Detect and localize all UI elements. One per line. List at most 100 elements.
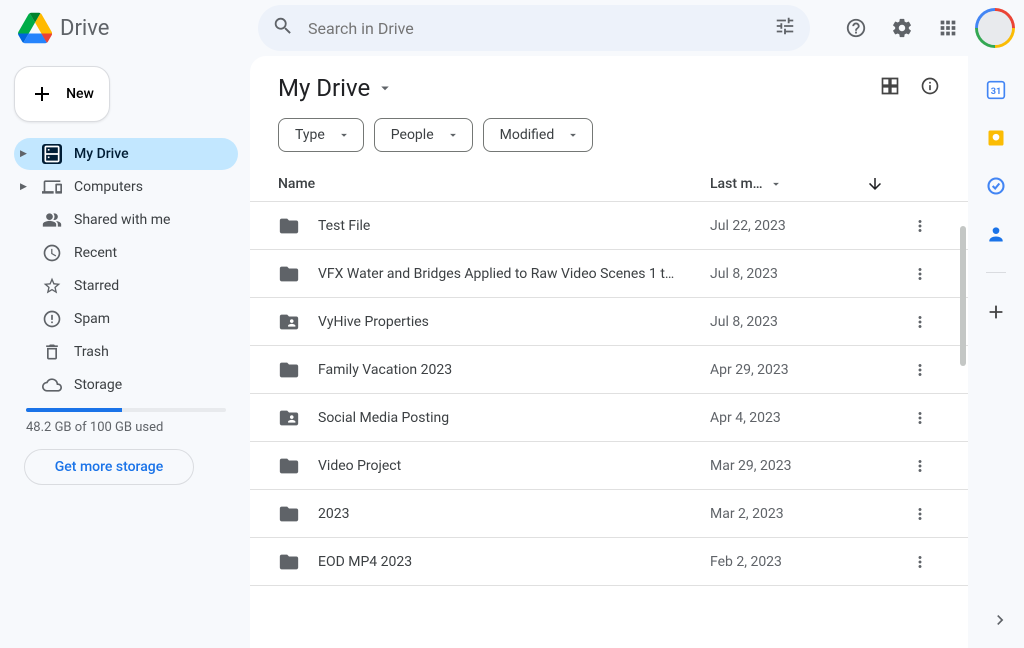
main-panel: My Drive Type People Modified Name Last … [250, 56, 968, 648]
file-name: Video Project [312, 458, 710, 474]
more-actions-icon[interactable] [900, 217, 940, 235]
file-name: 2023 [312, 506, 710, 522]
storage-bar [26, 408, 226, 412]
contacts-app-icon[interactable] [986, 224, 1006, 244]
grid-view-icon[interactable] [880, 76, 900, 100]
keep-app-icon[interactable] [986, 128, 1006, 148]
tasks-app-icon[interactable] [986, 176, 1006, 196]
chevron-down-icon [337, 128, 351, 142]
breadcrumb[interactable]: My Drive [278, 74, 394, 102]
sidebar-item-label: Spam [74, 311, 110, 327]
svg-text:31: 31 [991, 87, 1002, 97]
file-date: Jul 8, 2023 [710, 314, 850, 330]
filter-chip-type[interactable]: Type [278, 118, 364, 152]
table-row[interactable]: Social Media PostingApr 4, 2023 [250, 394, 968, 442]
add-app-icon[interactable] [985, 301, 1007, 327]
more-actions-icon[interactable] [900, 505, 940, 523]
table-row[interactable]: Video ProjectMar 29, 2023 [250, 442, 968, 490]
file-name: Test File [312, 218, 710, 234]
my-drive-icon [42, 144, 62, 164]
folder-icon [278, 551, 312, 573]
file-name: Family Vacation 2023 [312, 362, 710, 378]
arrow-down-icon [866, 175, 884, 193]
chevron-down-icon [446, 128, 460, 142]
column-last-modified[interactable]: Last m… [710, 176, 850, 192]
search-icon [272, 15, 294, 41]
folder-icon [278, 503, 312, 525]
table-row[interactable]: Test FileJul 22, 2023 [250, 202, 968, 250]
more-actions-icon[interactable] [900, 313, 940, 331]
plus-icon [30, 82, 54, 106]
drive-logo-icon [18, 11, 52, 45]
logo-area[interactable]: Drive [12, 11, 250, 45]
folder-shared-icon [278, 311, 312, 333]
more-actions-icon[interactable] [900, 361, 940, 379]
help-icon[interactable] [836, 8, 876, 48]
shared-icon [42, 210, 62, 230]
sidebar-item-storage[interactable]: Storage [14, 369, 238, 401]
star-icon [42, 276, 62, 296]
table-row[interactable]: EOD MP4 2023Feb 2, 2023 [250, 538, 968, 586]
more-actions-icon[interactable] [900, 265, 940, 283]
info-icon[interactable] [920, 76, 940, 100]
file-date: Feb 2, 2023 [710, 554, 850, 570]
sidebar-item-starred[interactable]: Starred [14, 270, 238, 302]
file-rows: Test FileJul 22, 2023VFX Water and Bridg… [250, 202, 968, 626]
table-header: Name Last m… [250, 166, 968, 202]
search-input[interactable] [308, 19, 760, 38]
scrollbar-thumb[interactable] [960, 226, 966, 366]
table-row[interactable]: Family Vacation 2023Apr 29, 2023 [250, 346, 968, 394]
filter-chip-modified[interactable]: Modified [483, 118, 594, 152]
sidebar-item-label: My Drive [74, 146, 129, 162]
more-actions-icon[interactable] [900, 409, 940, 427]
sidebar-item-recent[interactable]: Recent [14, 237, 238, 269]
account-avatar[interactable] [978, 11, 1012, 45]
filter-chip-people[interactable]: People [374, 118, 473, 152]
table-row[interactable]: 2023Mar 2, 2023 [250, 490, 968, 538]
sort-direction[interactable] [850, 175, 900, 193]
sidebar-item-trash[interactable]: Trash [14, 336, 238, 368]
file-date: Jul 8, 2023 [710, 266, 850, 282]
search-options-icon[interactable] [774, 15, 796, 41]
sidebar-item-my-drive[interactable]: ▶ My Drive [14, 138, 238, 170]
rail-separator [986, 272, 1006, 273]
table-row[interactable]: VyHive PropertiesJul 8, 2023 [250, 298, 968, 346]
column-name[interactable]: Name [278, 176, 710, 192]
file-name: Social Media Posting [312, 410, 710, 426]
app-name: Drive [60, 16, 109, 41]
settings-icon[interactable] [882, 8, 922, 48]
sidebar-item-computers[interactable]: ▶ Computers [14, 171, 238, 203]
file-date: Mar 2, 2023 [710, 506, 850, 522]
sidebar-item-label: Trash [74, 344, 109, 360]
file-name: VyHive Properties [312, 314, 710, 330]
new-button-label: New [66, 86, 94, 102]
apps-icon[interactable] [928, 8, 968, 48]
computers-icon [42, 177, 62, 197]
sidebar-item-label: Storage [74, 377, 122, 393]
file-date: Apr 4, 2023 [710, 410, 850, 426]
recent-icon [42, 243, 62, 263]
file-date: Apr 29, 2023 [710, 362, 850, 378]
search-box[interactable] [258, 5, 810, 51]
expand-icon: ▶ [20, 182, 30, 192]
sidebar-item-label: Shared with me [74, 212, 170, 228]
get-storage-button[interactable]: Get more storage [24, 449, 194, 485]
folder-shared-icon [278, 407, 312, 429]
more-actions-icon[interactable] [900, 553, 940, 571]
sidebar-item-shared[interactable]: Shared with me [14, 204, 238, 236]
new-button[interactable]: New [14, 66, 110, 122]
filters: Type People Modified [250, 102, 968, 166]
folder-icon [278, 263, 312, 285]
spam-icon [42, 309, 62, 329]
calendar-app-icon[interactable]: 31 [986, 80, 1006, 100]
breadcrumb-title: My Drive [278, 74, 370, 102]
table-row[interactable]: VFX Water and Bridges Applied to Raw Vid… [250, 250, 968, 298]
sidebar-item-spam[interactable]: Spam [14, 303, 238, 335]
file-date: Jul 22, 2023 [710, 218, 850, 234]
chevron-down-icon [566, 128, 580, 142]
chevron-down-icon [376, 79, 394, 97]
hide-panel-icon[interactable] [990, 610, 1010, 634]
more-actions-icon[interactable] [900, 457, 940, 475]
cloud-icon [42, 375, 62, 395]
expand-icon: ▶ [20, 149, 30, 159]
